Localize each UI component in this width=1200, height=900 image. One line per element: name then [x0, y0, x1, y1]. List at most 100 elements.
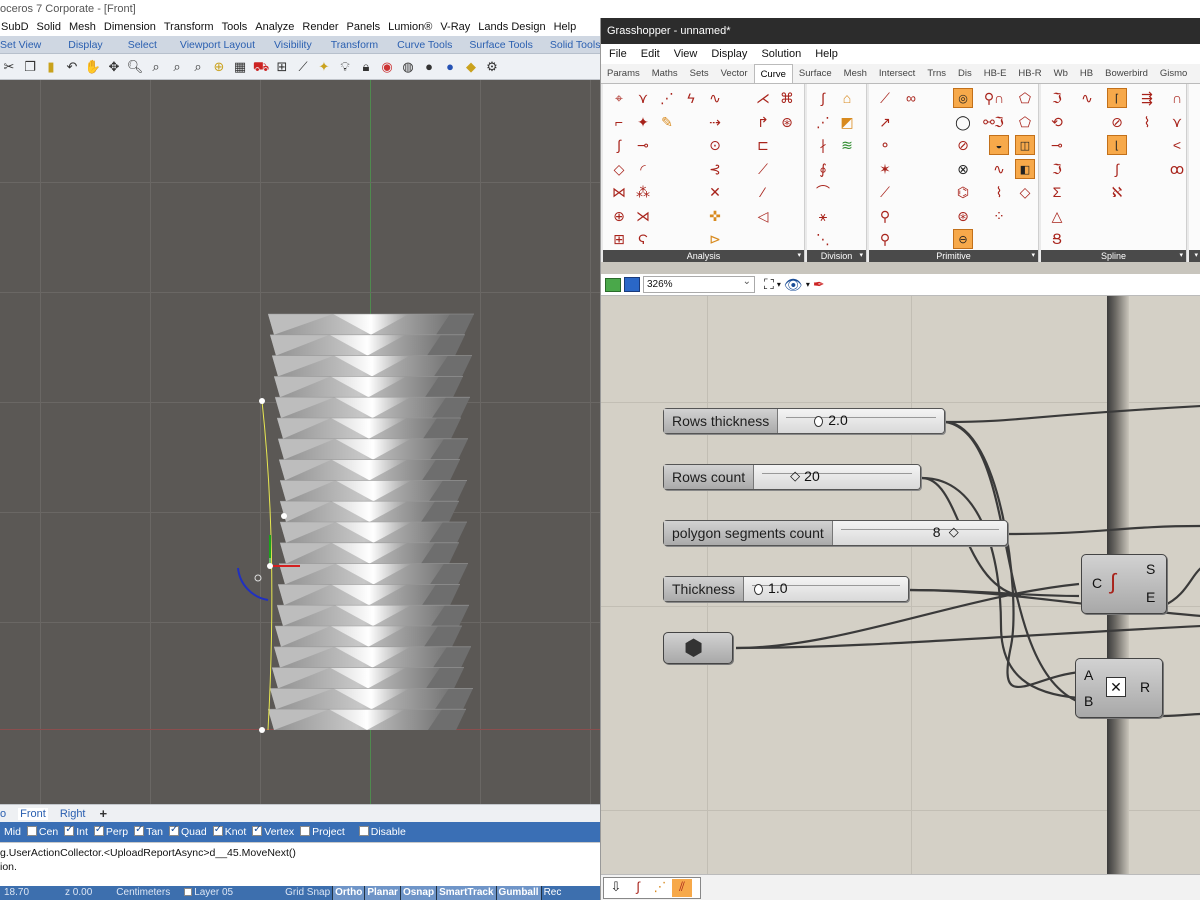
osnap-checkbox[interactable] [64, 824, 75, 836]
panel-spline-label[interactable]: Spline [1041, 250, 1186, 262]
curve-endpoints-component[interactable]: C ∫ S E [1081, 554, 1167, 614]
spline-icon[interactable]: ⊸ [1047, 135, 1067, 155]
curve-analysis-icon[interactable]: ∿ [705, 88, 725, 108]
tab-curve-tools[interactable]: Curve Tools [385, 36, 459, 53]
slider-thickness[interactable]: Thickness 1.0 [663, 576, 909, 602]
output-s[interactable]: S [1146, 561, 1155, 577]
division-icon[interactable]: ∤ [813, 135, 833, 155]
osnap-checkbox[interactable] [134, 824, 145, 836]
curve-analysis-icon[interactable]: ✕ [705, 182, 725, 202]
primitive-icon[interactable]: ⟋ [875, 182, 895, 202]
curve-analysis-icon[interactable]: ⊰ [705, 159, 725, 179]
curve-analysis-icon[interactable]: ⌖ [609, 88, 629, 108]
primitive-icon[interactable]: ⬠ [1015, 112, 1035, 132]
menu-dimension[interactable]: Dimension [103, 18, 157, 36]
save-file-icon[interactable] [624, 277, 640, 292]
curve-analysis-icon[interactable]: ⌐ [609, 112, 629, 132]
spline-icon[interactable]: Ց [1047, 229, 1067, 249]
add-viewport-tab-button[interactable]: + [100, 806, 108, 821]
division-icon[interactable]: ⋰ [813, 112, 833, 132]
primitive-icon[interactable]: ⚲ [875, 229, 895, 249]
tab-surface-tools[interactable]: Surface Tools [459, 36, 539, 53]
input-a[interactable]: A [1084, 667, 1093, 683]
tab-partial[interactable]: o [0, 808, 6, 820]
paste-icon[interactable]: ▮ [42, 58, 60, 76]
primitive-icon[interactable]: ∩ [989, 88, 1009, 108]
slider-rows-thickness[interactable]: Rows thickness 2.0 [663, 408, 945, 434]
primitive-icon[interactable]: ∿ [989, 159, 1009, 179]
curve-analysis-icon[interactable]: ⟋ [753, 159, 773, 179]
spline-icon[interactable]: ⌊ [1107, 135, 1127, 155]
dropdown-icon[interactable]: ▾ [777, 280, 781, 289]
curve-analysis-icon[interactable]: ⋰ [657, 88, 677, 108]
zoom-extents-icon[interactable]: ⛶ [764, 276, 774, 293]
color-wheel-icon[interactable]: ◉ [378, 58, 396, 76]
menu-panels[interactable]: Panels [346, 18, 382, 36]
slider-rail[interactable]: 1.0 [744, 577, 908, 601]
smarttrack-button[interactable]: SmartTrack [436, 886, 496, 900]
primitive-icon[interactable]: ⬠ [1015, 88, 1035, 108]
gh-tab-maths[interactable]: Maths [646, 64, 684, 83]
slider-grip[interactable]: ◇ [790, 468, 800, 484]
gh-tab-bowerbird[interactable]: Bowerbird [1099, 64, 1154, 83]
primitive-icon[interactable]: ◧ [1015, 158, 1035, 179]
tab-front[interactable]: Front [18, 807, 48, 820]
menu-analyze[interactable]: Analyze [254, 18, 295, 36]
curve-analysis-icon[interactable]: ⊳ [705, 229, 725, 249]
curve-tool-icon[interactable]: ∫ [628, 879, 648, 897]
division-icon[interactable]: ⌂ [837, 88, 857, 108]
gh-tab-gismo[interactable]: Gismo [1154, 64, 1193, 83]
primitive-icon[interactable]: ◎ [953, 88, 973, 108]
curve-analysis-icon[interactable]: ⋎ [633, 88, 653, 108]
curve-analysis-icon[interactable]: Ϛ [633, 229, 653, 249]
menu-mesh[interactable]: Mesh [68, 18, 97, 36]
sphere-shaded-icon[interactable]: ● [420, 58, 438, 76]
gh-canvas[interactable]: Rows thickness 2.0 Rows count ◇ 20 polyg… [601, 296, 1200, 874]
slider-grip[interactable]: ◇ [949, 524, 959, 540]
spline-icon[interactable]: ∿ [1077, 88, 1097, 108]
settings-gear-icon[interactable]: ⚙ [483, 58, 501, 76]
primitive-icon[interactable]: ⌇ [989, 182, 1009, 202]
menu-vray[interactable]: V-Ray [439, 18, 471, 36]
division-icon[interactable]: ◩ [837, 112, 857, 132]
tab-viewport-layout[interactable]: Viewport Layout [164, 36, 262, 53]
division-icon[interactable]: ⌒ [813, 182, 833, 202]
menu-subd[interactable]: SubD [0, 18, 30, 36]
spline-icon[interactable]: ⟲ [1047, 112, 1067, 132]
gh-menu-help[interactable]: Help [815, 44, 838, 64]
spline-icon[interactable]: ℑ [1047, 159, 1067, 179]
division-icon[interactable]: ∮ [813, 159, 833, 179]
gh-tab-hb-r[interactable]: HB-R [1012, 64, 1047, 83]
menu-solid[interactable]: Solid [36, 18, 62, 36]
spline-icon[interactable]: < [1167, 135, 1187, 155]
osnap-vertex[interactable]: Vertex [252, 824, 294, 838]
spline-icon[interactable]: △ [1047, 206, 1067, 226]
line-icon[interactable]: ⟋ [294, 58, 312, 76]
curve-analysis-icon[interactable]: ✦ [633, 112, 653, 132]
primitive-icon[interactable]: ◫ [1015, 135, 1035, 155]
zoom-window-icon[interactable]: ⌕ [147, 58, 165, 76]
sphere-rendered-icon[interactable]: ● [441, 58, 459, 76]
tab-solid-tools[interactable]: Solid Tools [540, 36, 600, 53]
slider-rail[interactable]: 2.0 [778, 409, 944, 433]
spline-icon[interactable]: ⋎ [1167, 112, 1187, 132]
tab-transform[interactable]: Transform [319, 36, 385, 53]
slider-rail[interactable]: 8 ◇ [832, 521, 1007, 545]
spline-icon[interactable]: ∫ [1107, 159, 1127, 179]
menu-render[interactable]: Render [301, 18, 339, 36]
ortho-button[interactable]: Ortho [332, 886, 365, 900]
curve-analysis-icon[interactable]: ⇢ [705, 112, 725, 132]
pan-hand-icon[interactable]: ✋ [84, 58, 102, 76]
osnap-disable[interactable]: Disable [358, 826, 406, 838]
cut-icon[interactable]: ✂ [0, 58, 18, 76]
primitive-icon[interactable]: ⚬ [875, 135, 895, 155]
curve-analysis-icon[interactable]: ⊸ [633, 135, 653, 155]
osnap-checkbox[interactable] [26, 826, 37, 836]
curve-analysis-icon[interactable]: ⁄ [753, 182, 773, 202]
osnap-checkbox[interactable] [358, 826, 369, 836]
gh-tab-trns[interactable]: Trns [921, 64, 952, 83]
curve-analysis-icon[interactable]: ⁂ [633, 182, 653, 202]
slider-rail[interactable]: ◇ 20 [754, 465, 920, 489]
curve-analysis-icon[interactable]: ✎ [657, 112, 677, 132]
curve-analysis-icon[interactable]: ⊙ [705, 135, 725, 155]
